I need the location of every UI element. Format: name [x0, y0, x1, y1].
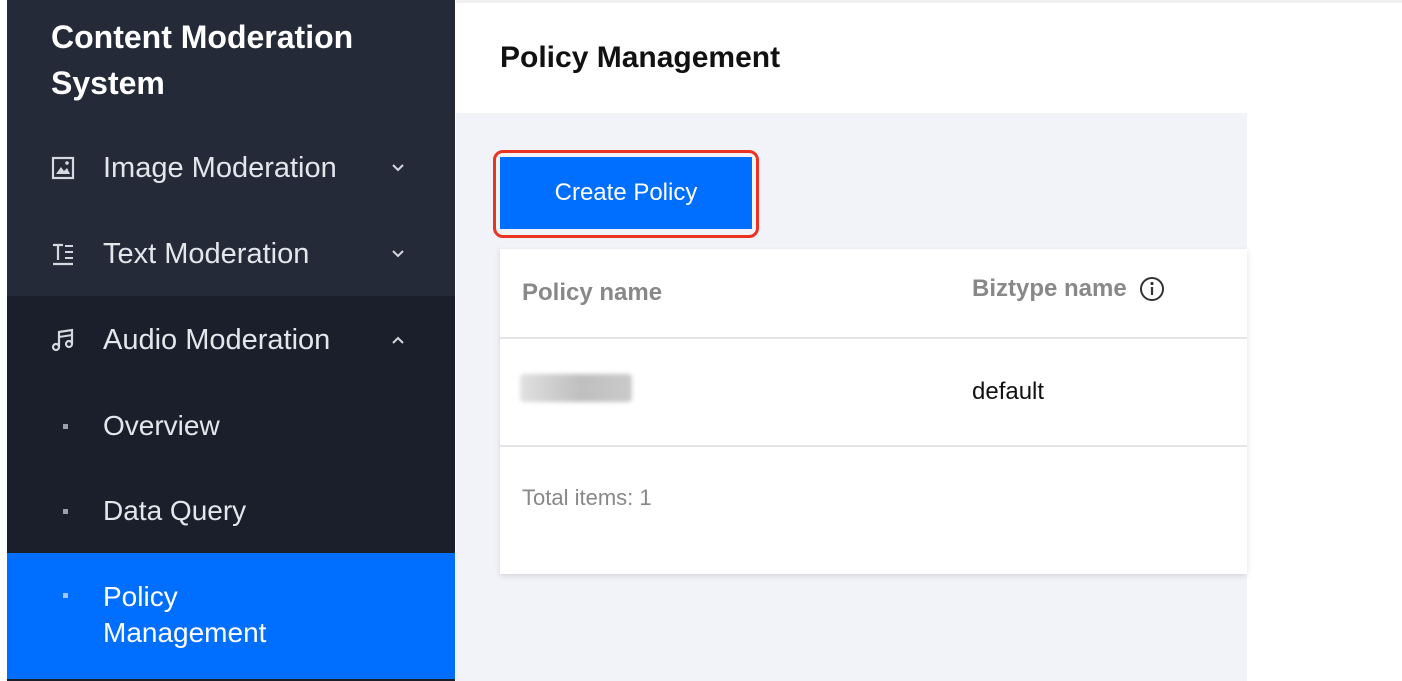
biztype-value: default — [972, 378, 1045, 405]
column-header-policy-name: Policy name — [522, 249, 662, 337]
page-header: Policy Management — [456, 3, 1402, 113]
menu-text-moderation-label: Text Moderation — [103, 237, 310, 270]
submenu-data-query[interactable]: Data Query — [7, 469, 455, 553]
total-items: Total items: 1 — [522, 485, 652, 510]
column-header-biztype-name: Biztype name — [972, 245, 1165, 333]
sidebar: Content Moderation System Image Moderati… — [7, 0, 455, 681]
submenu-data-query-label: Data Query — [103, 495, 247, 526]
redacted-policy-name — [520, 374, 632, 402]
header-divider — [500, 337, 1247, 339]
column-header-label: Biztype name — [972, 275, 1127, 302]
app-root: Content Moderation System Image Moderati… — [0, 0, 1402, 681]
submenu-overview-label: Overview — [103, 410, 220, 441]
submenu-overview[interactable]: Overview — [7, 383, 455, 469]
policy-table: Policy name Biztype name default Total i… — [500, 249, 1247, 574]
chevron-down-icon — [390, 160, 406, 176]
submenu-policy-management[interactable]: Policy Management — [7, 553, 455, 679]
main-content: Create Policy Policy name Biztype name d… — [456, 113, 1247, 681]
submenu-policy-management-label: Policy Management — [103, 581, 267, 648]
bullet — [63, 424, 68, 429]
column-header-label: Policy name — [522, 279, 663, 306]
text-icon — [51, 242, 75, 266]
chevron-up-icon — [390, 332, 406, 348]
bullet — [63, 509, 68, 514]
menu-image-moderation-label: Image Moderation — [103, 151, 337, 184]
brand-title: Content Moderation System — [51, 19, 354, 101]
create-policy-button[interactable]: Create Policy — [500, 157, 752, 229]
page-title: Policy Management — [500, 41, 781, 74]
table-cell-biztype: default — [972, 339, 1044, 445]
menu-audio-moderation[interactable]: Audio Moderation — [7, 297, 455, 383]
menu-image-moderation[interactable]: Image Moderation — [7, 125, 455, 211]
bullet — [63, 593, 68, 598]
row-divider — [500, 445, 1247, 447]
music-icon — [51, 328, 75, 352]
info-icon[interactable] — [1139, 276, 1165, 302]
menu-text-moderation[interactable]: Text Moderation — [7, 211, 455, 297]
menu-audio-moderation-label: Audio Moderation — [103, 323, 331, 356]
chevron-down-icon — [390, 246, 406, 262]
image-icon — [51, 156, 75, 180]
